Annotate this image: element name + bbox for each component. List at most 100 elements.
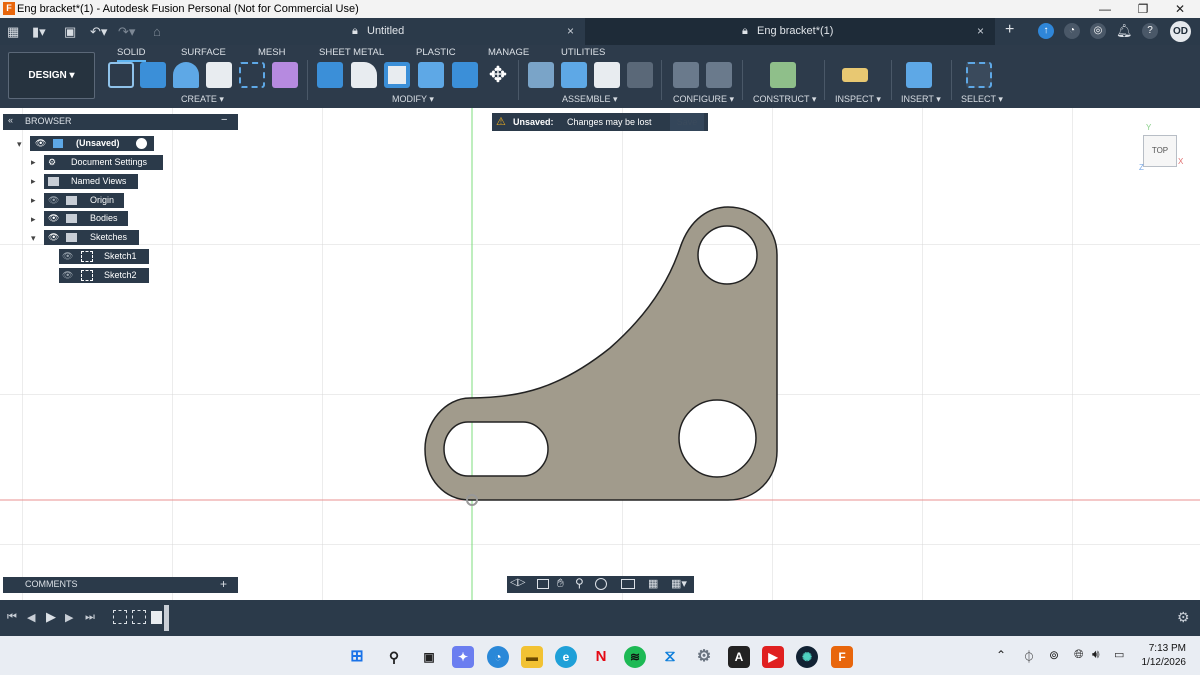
comments-panel-header[interactable]: COMMENTS + — [3, 577, 238, 593]
browser-item-sketch1[interactable]: 👁︎ Sketch1 — [59, 249, 149, 264]
youtube-icon[interactable]: ▶ — [762, 646, 784, 668]
new-tab-button[interactable]: + — [1005, 21, 1014, 39]
grid-settings-icon[interactable]: ▦ — [648, 577, 658, 590]
design-canvas[interactable] — [0, 108, 1200, 600]
online-status-icon[interactable]: ◎ — [1090, 23, 1106, 39]
tray-language-icon[interactable]: 🌐︎ — [1074, 647, 1084, 662]
create-form-icon[interactable] — [272, 62, 298, 88]
group-configure[interactable]: CONFIGURE ▾ — [673, 94, 734, 105]
restore-button[interactable]: ❐ — [1133, 2, 1153, 16]
extensions-icon[interactable]: ↑ — [1038, 23, 1054, 39]
group-insert[interactable]: INSERT ▾ — [901, 94, 941, 105]
tray-volume-icon[interactable]: 🔊︎ — [1092, 647, 1100, 662]
windows-start-icon[interactable]: ⊞ — [346, 646, 368, 668]
select-icon[interactable] — [966, 62, 992, 88]
joint-icon[interactable] — [561, 62, 587, 88]
browser-item-origin[interactable]: 👁︎ Origin — [44, 193, 124, 208]
chevron-right-icon[interactable]: ▸ — [31, 195, 36, 206]
display-settings-icon[interactable] — [621, 579, 635, 589]
browser-app-icon[interactable]: ◔ — [487, 646, 509, 668]
eye-hidden-icon[interactable]: 👁︎ — [62, 268, 73, 283]
orbit-icon[interactable]: ◁▷ — [510, 577, 525, 588]
a-app-icon[interactable]: A — [728, 646, 750, 668]
press-pull-icon[interactable] — [317, 62, 343, 88]
pan-icon[interactable]: ✋︎ — [557, 576, 564, 591]
go-to-end-icon[interactable]: ⏭ — [85, 611, 95, 624]
browser-item-root[interactable]: 👁︎ (Unsaved) — [30, 136, 154, 151]
browser-collapse-icon[interactable]: « — [8, 115, 13, 125]
close-window-button[interactable]: ✕ — [1170, 2, 1190, 16]
apps-grid-icon[interactable]: ▦ — [7, 24, 19, 40]
tray-battery-icon[interactable]: ▭ — [1114, 648, 1124, 661]
task-view-icon[interactable]: ▣ — [418, 646, 440, 668]
tab-surface[interactable]: SURFACE — [181, 47, 226, 58]
revolve-icon[interactable] — [173, 62, 199, 88]
extrude-icon[interactable] — [140, 62, 166, 88]
combine-icon[interactable] — [418, 62, 444, 88]
edge-icon[interactable]: e — [555, 646, 577, 668]
create-sketch-icon[interactable] — [108, 62, 134, 88]
save-icon[interactable]: ▣ — [64, 24, 76, 40]
tray-headset-icon[interactable]: ⏀ — [1023, 648, 1035, 665]
netflix-icon[interactable]: N — [590, 646, 612, 668]
undo-icon[interactable]: ↶▾ — [90, 24, 107, 40]
minimize-button[interactable]: — — [1095, 2, 1115, 16]
file-explorer-icon[interactable]: ▬ — [521, 646, 543, 668]
bell-icon[interactable]: 🔔︎ — [1116, 23, 1133, 39]
group-select[interactable]: SELECT ▾ — [961, 94, 1003, 105]
tab-close-icon[interactable]: × — [977, 18, 984, 45]
eye-icon[interactable]: 👁︎ — [48, 211, 59, 226]
timeline-sketch1-icon[interactable] — [113, 610, 127, 624]
offset-plane-icon[interactable] — [770, 62, 796, 88]
chevron-right-icon[interactable]: ▸ — [31, 214, 36, 225]
viewcube[interactable]: TOP — [1143, 135, 1177, 167]
browser-item-sketches[interactable]: 👁︎ Sketches — [44, 230, 139, 245]
save-button[interactable]: Save — [670, 113, 704, 131]
browser-item-document-settings[interactable]: ⚙ Document Settings — [44, 155, 163, 170]
split-body-icon[interactable] — [452, 62, 478, 88]
tray-app-icon[interactable]: ⊚ — [1049, 648, 1059, 662]
eye-hidden-icon[interactable]: 👁︎ — [62, 249, 73, 264]
chevron-down-icon[interactable]: ▾ — [17, 139, 22, 150]
file-icon[interactable]: ▮▾ — [32, 24, 46, 40]
vscode-icon[interactable]: ⧖ — [659, 646, 681, 668]
configure-icon[interactable] — [673, 62, 699, 88]
tab-eng-bracket[interactable]: 🔒︎ Eng bracket*(1) × — [585, 18, 995, 45]
timeline-extrude-icon[interactable] — [151, 611, 162, 624]
group-modify[interactable]: MODIFY ▾ — [392, 94, 434, 105]
tab-plastic[interactable]: PLASTIC — [416, 47, 456, 58]
spotify-icon[interactable]: ≋ — [624, 646, 646, 668]
search-icon[interactable]: ⚲ — [383, 646, 405, 668]
eye-icon[interactable]: 👁︎ — [35, 136, 46, 151]
group-create[interactable]: CREATE ▾ — [181, 94, 224, 105]
home-icon[interactable]: ⌂ — [153, 24, 161, 39]
measure-icon[interactable] — [842, 68, 868, 82]
eye-icon[interactable]: 👁︎ — [48, 230, 59, 245]
chevron-down-icon[interactable]: ▾ — [31, 233, 36, 244]
fit-icon[interactable] — [595, 578, 607, 590]
tab-close-icon[interactable]: × — [567, 18, 574, 45]
chevron-right-icon[interactable]: ▸ — [31, 176, 36, 187]
chevron-right-icon[interactable]: ▸ — [31, 157, 36, 168]
browser-minimize-icon[interactable]: − — [221, 114, 227, 126]
rigid-group-icon[interactable] — [627, 62, 653, 88]
copilot-icon[interactable]: ✦ — [452, 646, 474, 668]
app-circle-icon[interactable]: ✺ — [796, 646, 818, 668]
hole-icon[interactable] — [206, 62, 232, 88]
insert-image-icon[interactable] — [906, 62, 932, 88]
step-back-icon[interactable]: ◀ — [27, 611, 35, 624]
configure-table-icon[interactable] — [706, 62, 732, 88]
shell-icon[interactable] — [384, 62, 410, 88]
tray-chevron-up-icon[interactable]: ⌃ — [996, 648, 1006, 662]
look-at-icon[interactable] — [537, 579, 549, 589]
browser-item-bodies[interactable]: 👁︎ Bodies — [44, 211, 128, 226]
tab-utilities[interactable]: UTILITIES — [561, 47, 605, 58]
play-icon[interactable]: ▶ — [46, 609, 56, 625]
browser-item-named-views[interactable]: Named Views — [44, 174, 138, 189]
settings-app-icon[interactable]: ⚙ — [693, 646, 715, 668]
tab-solid[interactable]: SOLID — [117, 47, 146, 62]
tab-sheet-metal[interactable]: SHEET METAL — [319, 47, 384, 58]
tab-mesh[interactable]: MESH — [258, 47, 285, 58]
zoom-icon[interactable]: ⚲ — [575, 576, 584, 590]
clock-date[interactable]: 1/12/2026 — [1133, 657, 1187, 668]
